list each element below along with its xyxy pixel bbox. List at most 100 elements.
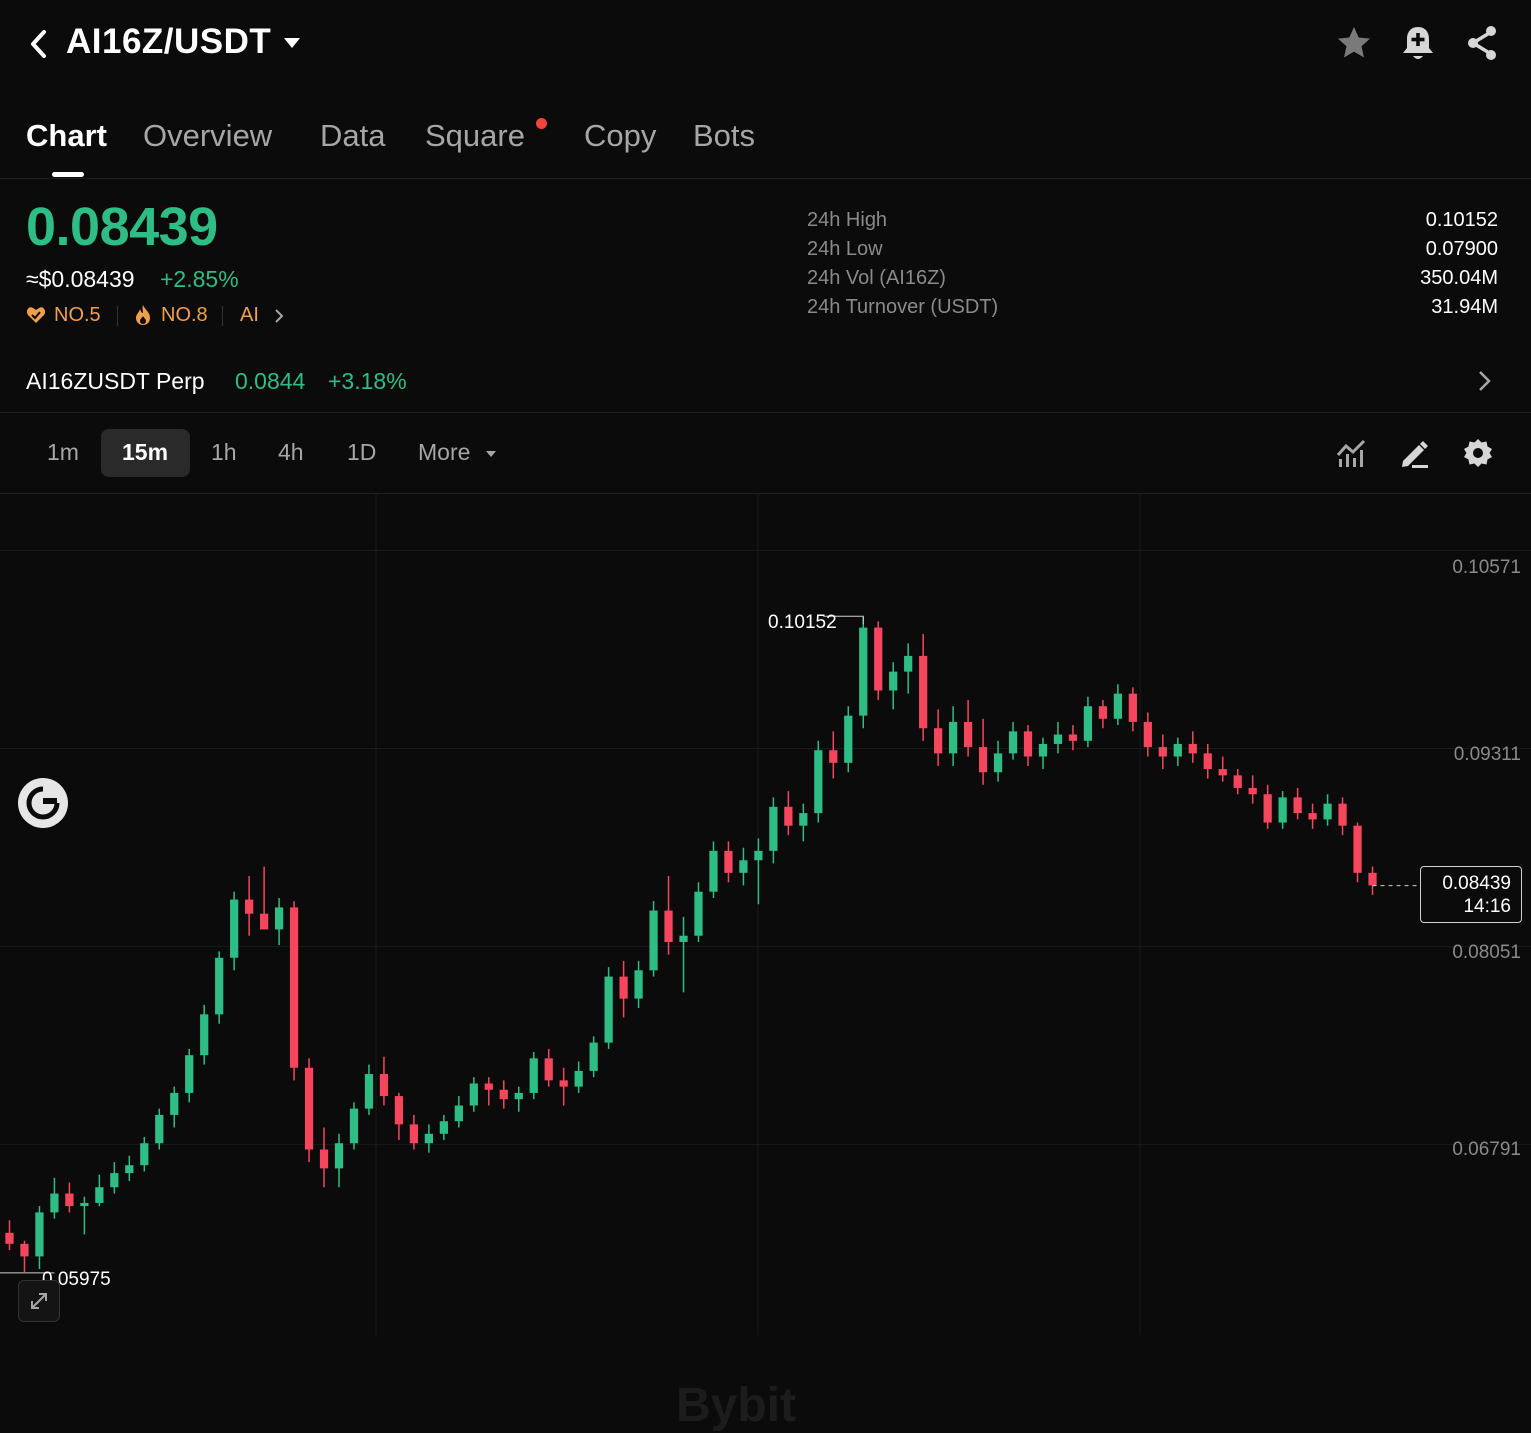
candle-body [394, 1096, 404, 1125]
timeframe-more[interactable]: More [418, 439, 470, 466]
candle-body [574, 1070, 583, 1087]
candle-body [754, 850, 763, 861]
perp-row[interactable]: AI16ZUSDT Perp 0.0844 +3.18% [0, 346, 1531, 413]
candle-body [424, 1133, 433, 1144]
candle-body [110, 1173, 119, 1188]
candle-body [349, 1108, 359, 1144]
tab-data[interactable]: Data [320, 118, 385, 154]
candle-body [724, 850, 733, 873]
chevron-right-icon[interactable] [1474, 368, 1496, 394]
candle-body [859, 627, 868, 716]
perp-change: +3.18% [328, 368, 407, 394]
rank-divider [117, 306, 118, 326]
stat-label-low: 24h Low [807, 238, 883, 260]
candle-body [1173, 743, 1182, 757]
timeframe-4h[interactable]: 4h [278, 439, 304, 466]
candle-body [35, 1212, 44, 1257]
active-tab-indicator [52, 172, 84, 177]
dropdown-caret-icon[interactable] [282, 36, 302, 50]
tab-overview[interactable]: Overview [143, 118, 272, 154]
price-change-percent: +2.85% [160, 266, 239, 292]
candle-body [334, 1143, 344, 1169]
markers-layer [0, 615, 1420, 1274]
tab-bots[interactable]: Bots [693, 118, 755, 154]
candle-body [934, 728, 943, 754]
candle-body [829, 750, 838, 763]
tab-copy[interactable]: Copy [584, 118, 656, 154]
chevron-right-icon[interactable] [272, 308, 286, 324]
candle-body [544, 1058, 553, 1081]
candle-body [1323, 803, 1332, 820]
pair-title[interactable]: AI16Z/USDT [66, 22, 271, 62]
settings-gear-icon[interactable] [1462, 437, 1494, 469]
candle-body [993, 753, 1003, 773]
candle-body [215, 957, 224, 1015]
candle-body [1248, 787, 1257, 795]
candle-body [155, 1114, 164, 1144]
share-icon[interactable] [1462, 22, 1502, 64]
candle-body [125, 1165, 134, 1174]
candle-body [559, 1080, 568, 1087]
candle-body [814, 750, 823, 814]
timeframe-1m[interactable]: 1m [47, 439, 79, 466]
candle-body [80, 1202, 89, 1207]
back-chevron-icon[interactable] [22, 24, 58, 64]
candle-body [514, 1092, 523, 1100]
candle-body [649, 910, 658, 971]
candle-body [5, 1232, 14, 1244]
category-tag[interactable]: AI [240, 304, 259, 327]
perp-price: 0.0844 [235, 368, 306, 394]
rank-badge[interactable]: NO.5 [54, 304, 101, 327]
candle-body [379, 1074, 389, 1097]
candle-body [1203, 753, 1212, 770]
rank-divider [222, 306, 223, 326]
candle-body [364, 1074, 374, 1109]
candle-body [874, 627, 883, 691]
candle-body [439, 1121, 448, 1134]
candle-body [949, 721, 958, 754]
candle-body [1083, 706, 1093, 741]
chart-canvas[interactable] [0, 494, 1531, 1335]
candle-body [304, 1067, 314, 1150]
stat-value-volume: 350.04M [1420, 267, 1498, 289]
hot-rank-badge[interactable]: NO.8 [161, 304, 208, 327]
indicators-icon[interactable] [1335, 437, 1367, 469]
candle-body [289, 907, 299, 1068]
timeframe-1h[interactable]: 1h [211, 439, 237, 466]
candle-body [1278, 797, 1287, 823]
stat-value-low: 0.07900 [1425, 238, 1498, 260]
bell-plus-icon[interactable] [1398, 22, 1438, 64]
candle-body [694, 891, 703, 936]
last-price: 0.08439 [26, 197, 218, 257]
candle-body [978, 747, 988, 773]
candle-body [1233, 775, 1242, 788]
candle-body [529, 1058, 538, 1093]
reload-icon[interactable] [16, 776, 70, 830]
candlestick-chart[interactable]: Bybit 0.10571 0.09311 0.08051 0.06791 0.… [0, 494, 1531, 1432]
candle-body [904, 655, 913, 672]
fullscreen-button[interactable] [18, 1280, 60, 1322]
y-axis-tick: 0.10571 [1452, 557, 1521, 578]
candle-body [889, 671, 898, 691]
heart-badge-icon [26, 307, 46, 323]
stat-label-high: 24h High [807, 209, 888, 231]
tab-chart[interactable]: Chart [26, 118, 107, 154]
candle-body [1053, 734, 1063, 744]
flame-icon [136, 305, 150, 325]
candle-body [185, 1055, 194, 1093]
candle-body [170, 1092, 179, 1115]
timeframe-15m[interactable]: 15m [122, 439, 168, 466]
candle-body [20, 1243, 29, 1257]
candle-body [1353, 825, 1362, 873]
dropdown-caret-icon[interactable] [485, 449, 497, 459]
candle-body [200, 1014, 209, 1056]
chart-grid [0, 494, 1531, 1335]
draw-pen-icon[interactable] [1398, 437, 1430, 469]
tab-square[interactable]: Square [425, 118, 525, 154]
candle-body [1308, 813, 1317, 820]
candle-body [679, 935, 688, 943]
timeframe-1d[interactable]: 1D [347, 439, 376, 466]
candle-body [1218, 769, 1227, 776]
candle-body [769, 806, 778, 851]
star-icon[interactable] [1334, 22, 1374, 64]
